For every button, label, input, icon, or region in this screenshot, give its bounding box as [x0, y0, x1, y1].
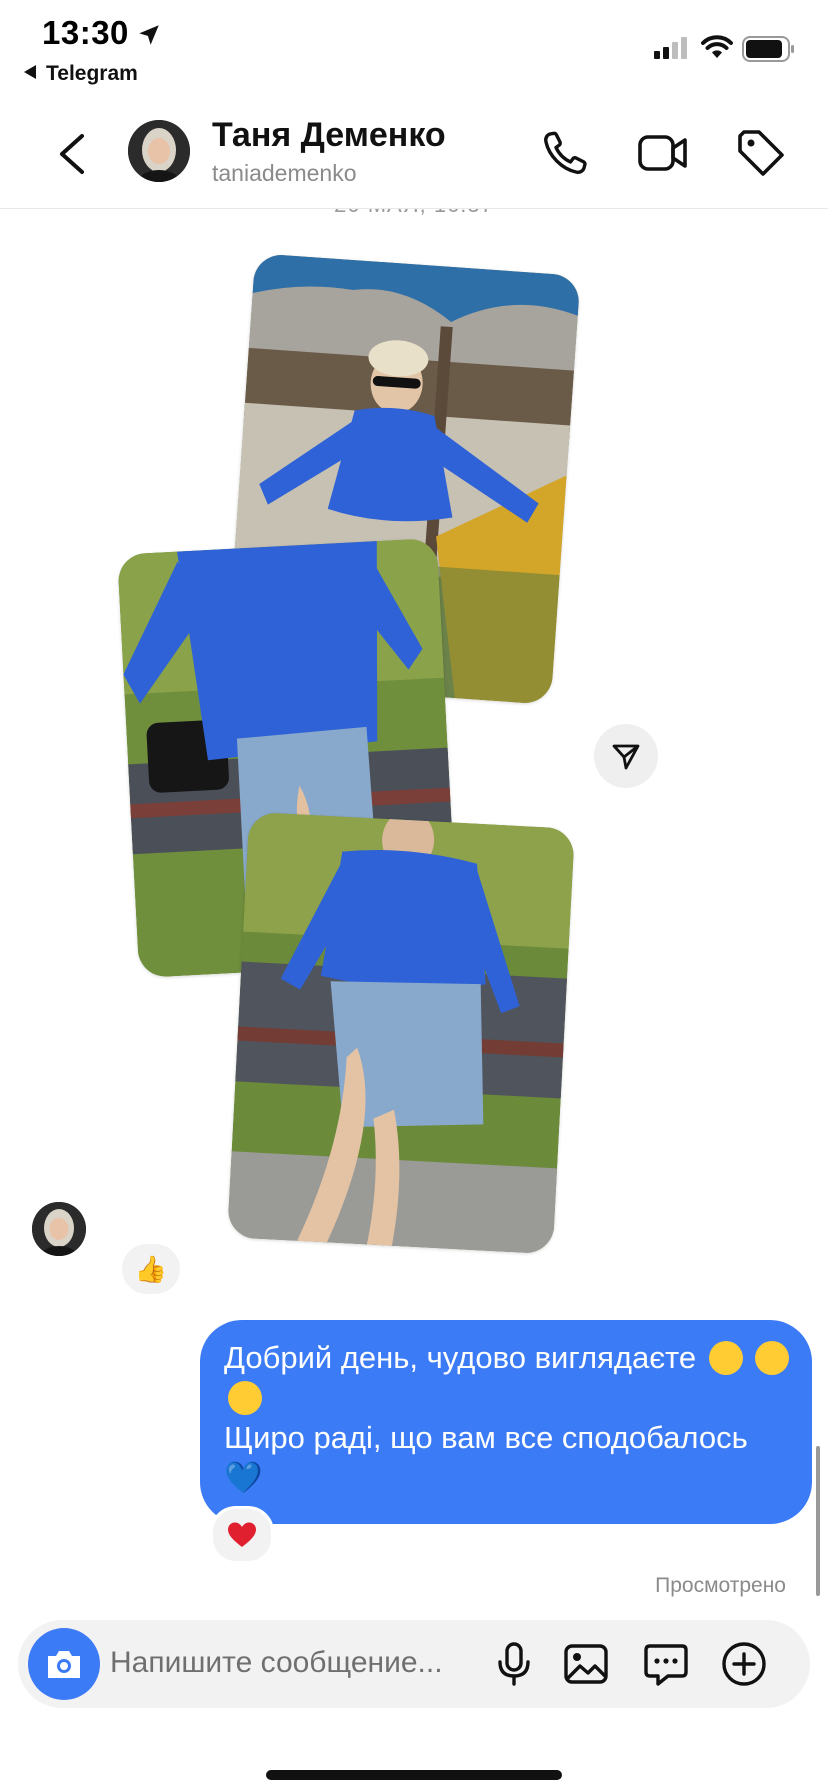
message-composer: [18, 1620, 810, 1708]
scrollbar[interactable]: [816, 1446, 820, 1596]
heart-icon: [228, 1522, 256, 1547]
send-icon: [612, 744, 640, 770]
contact-username[interactable]: taniademenko: [212, 160, 357, 187]
sender-avatar[interactable]: [32, 1202, 86, 1256]
back-triangle-icon: [24, 65, 36, 80]
heart-reaction[interactable]: ❤️: [210, 1506, 274, 1564]
back-to-app-link[interactable]: Telegram: [24, 62, 138, 86]
plus-icon[interactable]: [720, 1640, 768, 1688]
status-time: 13:30: [42, 14, 129, 51]
photo-attachment-3[interactable]: [227, 811, 575, 1255]
microphone-icon[interactable]: [490, 1640, 538, 1688]
video-camera-icon[interactable]: [636, 126, 690, 180]
status-bar: 13:30 Telegram: [0, 0, 828, 96]
like-reaction[interactable]: 👍: [122, 1244, 180, 1294]
wifi-icon: [701, 35, 733, 58]
seen-status: Просмотрено: [655, 1574, 786, 1597]
heart-eyes-emoji-icon: [228, 1380, 262, 1415]
share-button[interactable]: [594, 724, 658, 788]
signal-icon: [654, 37, 687, 59]
heart-eyes-emoji-icon: [708, 1340, 743, 1375]
message-line-2: Щиро раді, що вам все сподобалось: [224, 1420, 748, 1455]
message-input[interactable]: [110, 1638, 470, 1688]
tag-icon[interactable]: [734, 126, 788, 180]
contact-name[interactable]: Таня Деменко: [212, 116, 446, 155]
camera-button[interactable]: [28, 1628, 100, 1700]
message-line-1: Добрий день, чудово виглядаєте: [224, 1340, 697, 1375]
back-app-label: Telegram: [46, 62, 138, 85]
chat-header: Таня Деменко taniademenko: [0, 100, 828, 209]
contact-avatar[interactable]: [128, 120, 190, 182]
location-arrow-icon: [139, 25, 159, 45]
outgoing-message-bubble[interactable]: Добрий день, чудово виглядаєте Щиро раді…: [200, 1320, 812, 1524]
blue-heart-emoji: 💙: [224, 1460, 263, 1495]
home-indicator[interactable]: [266, 1770, 562, 1780]
image-icon[interactable]: [562, 1640, 610, 1688]
back-button[interactable]: [52, 130, 92, 178]
battery-icon: [742, 36, 794, 62]
phone-icon[interactable]: [538, 126, 592, 180]
heart-eyes-emoji-icon: [755, 1340, 790, 1375]
chat-bubble-icon[interactable]: [642, 1640, 690, 1688]
camera-icon: [48, 1651, 80, 1678]
